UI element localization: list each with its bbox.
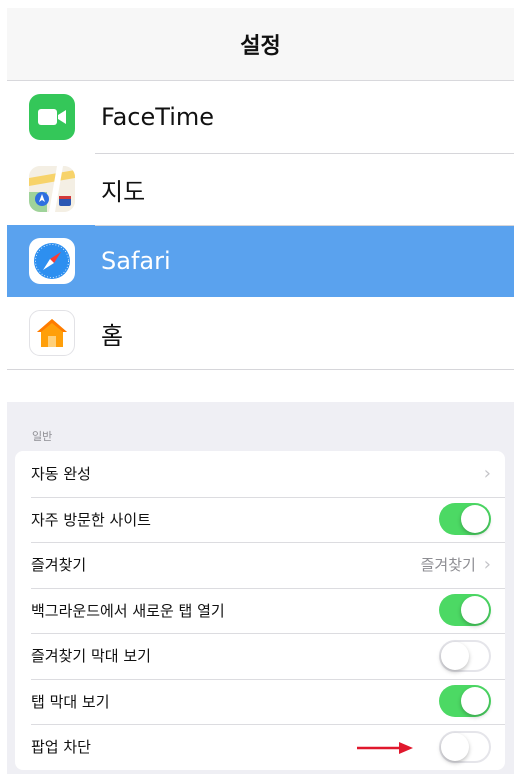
setting-row-autofill[interactable]: 자동 완성 › — [15, 451, 505, 497]
safari-compass-icon — [29, 238, 75, 284]
row-accessory: › — [483, 462, 491, 484]
settings-group: 자동 완성 › 자주 방문한 사이트 즐겨찾기 즐겨찾기 › 백그라운드에서 새… — [15, 451, 505, 770]
annotation-arrow-icon — [357, 742, 413, 754]
settings-screen: 설정 FaceTime 지도 Safari 홈 일반 자동 완성 › 자주 방문… — [0, 0, 514, 774]
toggle-knob — [461, 687, 489, 716]
app-label: 지도 — [101, 177, 146, 206]
setting-label: 팝업 차단 — [31, 738, 91, 757]
block-popups-toggle[interactable] — [439, 730, 491, 763]
chevron-right-icon: › — [483, 462, 491, 484]
app-settings-panel: 설정 FaceTime 지도 Safari 홈 — [7, 8, 514, 373]
setting-row-show-tab-bar: 탭 막대 보기 — [15, 678, 505, 725]
setting-row-open-new-tabs-background: 백그라운드에서 새로운 탭 열기 — [15, 587, 505, 634]
toggle-knob — [441, 641, 469, 670]
row-accessory: 즐겨찾기 › — [421, 554, 491, 575]
setting-label: 탭 막대 보기 — [31, 692, 110, 711]
toggle-knob — [461, 505, 489, 534]
frequent-sites-toggle[interactable] — [439, 503, 491, 536]
setting-label: 자주 방문한 사이트 — [31, 510, 151, 529]
safari-settings-panel: 일반 자동 완성 › 자주 방문한 사이트 즐겨찾기 즐겨찾기 › 백그라운드에… — [7, 402, 514, 774]
toggle-knob — [461, 596, 489, 625]
app-row-safari[interactable]: Safari — [7, 225, 514, 297]
setting-row-favorites[interactable]: 즐겨찾기 즐겨찾기 › — [15, 542, 505, 588]
section-header: 일반 — [32, 430, 53, 443]
detail-value: 즐겨찾기 — [420, 556, 476, 575]
app-row-facetime[interactable]: FaceTime — [7, 81, 514, 153]
app-row-home[interactable]: 홈 — [7, 297, 514, 370]
setting-label: 즐겨찾기 막대 보기 — [31, 647, 151, 666]
setting-label: 백그라운드에서 새로운 탭 열기 — [31, 601, 225, 620]
page-title: 설정 — [240, 34, 281, 59]
show-favorites-bar-toggle[interactable] — [439, 639, 491, 672]
open-new-tabs-background-toggle[interactable] — [439, 594, 491, 627]
app-label: 홈 — [101, 321, 124, 350]
setting-row-frequent-sites: 자주 방문한 사이트 — [15, 496, 505, 543]
app-label: Safari — [101, 247, 171, 275]
app-label: FaceTime — [101, 103, 215, 131]
setting-row-show-favorites-bar: 즐겨찾기 막대 보기 — [15, 633, 505, 679]
app-row-maps[interactable]: 지도 — [7, 153, 514, 225]
show-tab-bar-toggle[interactable] — [439, 685, 491, 718]
toggle-knob — [441, 732, 469, 761]
setting-label: 즐겨찾기 — [31, 556, 87, 575]
facetime-icon — [29, 94, 75, 140]
maps-icon — [29, 166, 75, 212]
setting-row-block-popups: 팝업 차단 — [15, 724, 505, 770]
home-icon — [29, 310, 75, 356]
chevron-right-icon: › — [483, 553, 491, 575]
navigation-bar: 설정 — [7, 8, 514, 81]
setting-label: 자동 완성 — [31, 465, 91, 484]
